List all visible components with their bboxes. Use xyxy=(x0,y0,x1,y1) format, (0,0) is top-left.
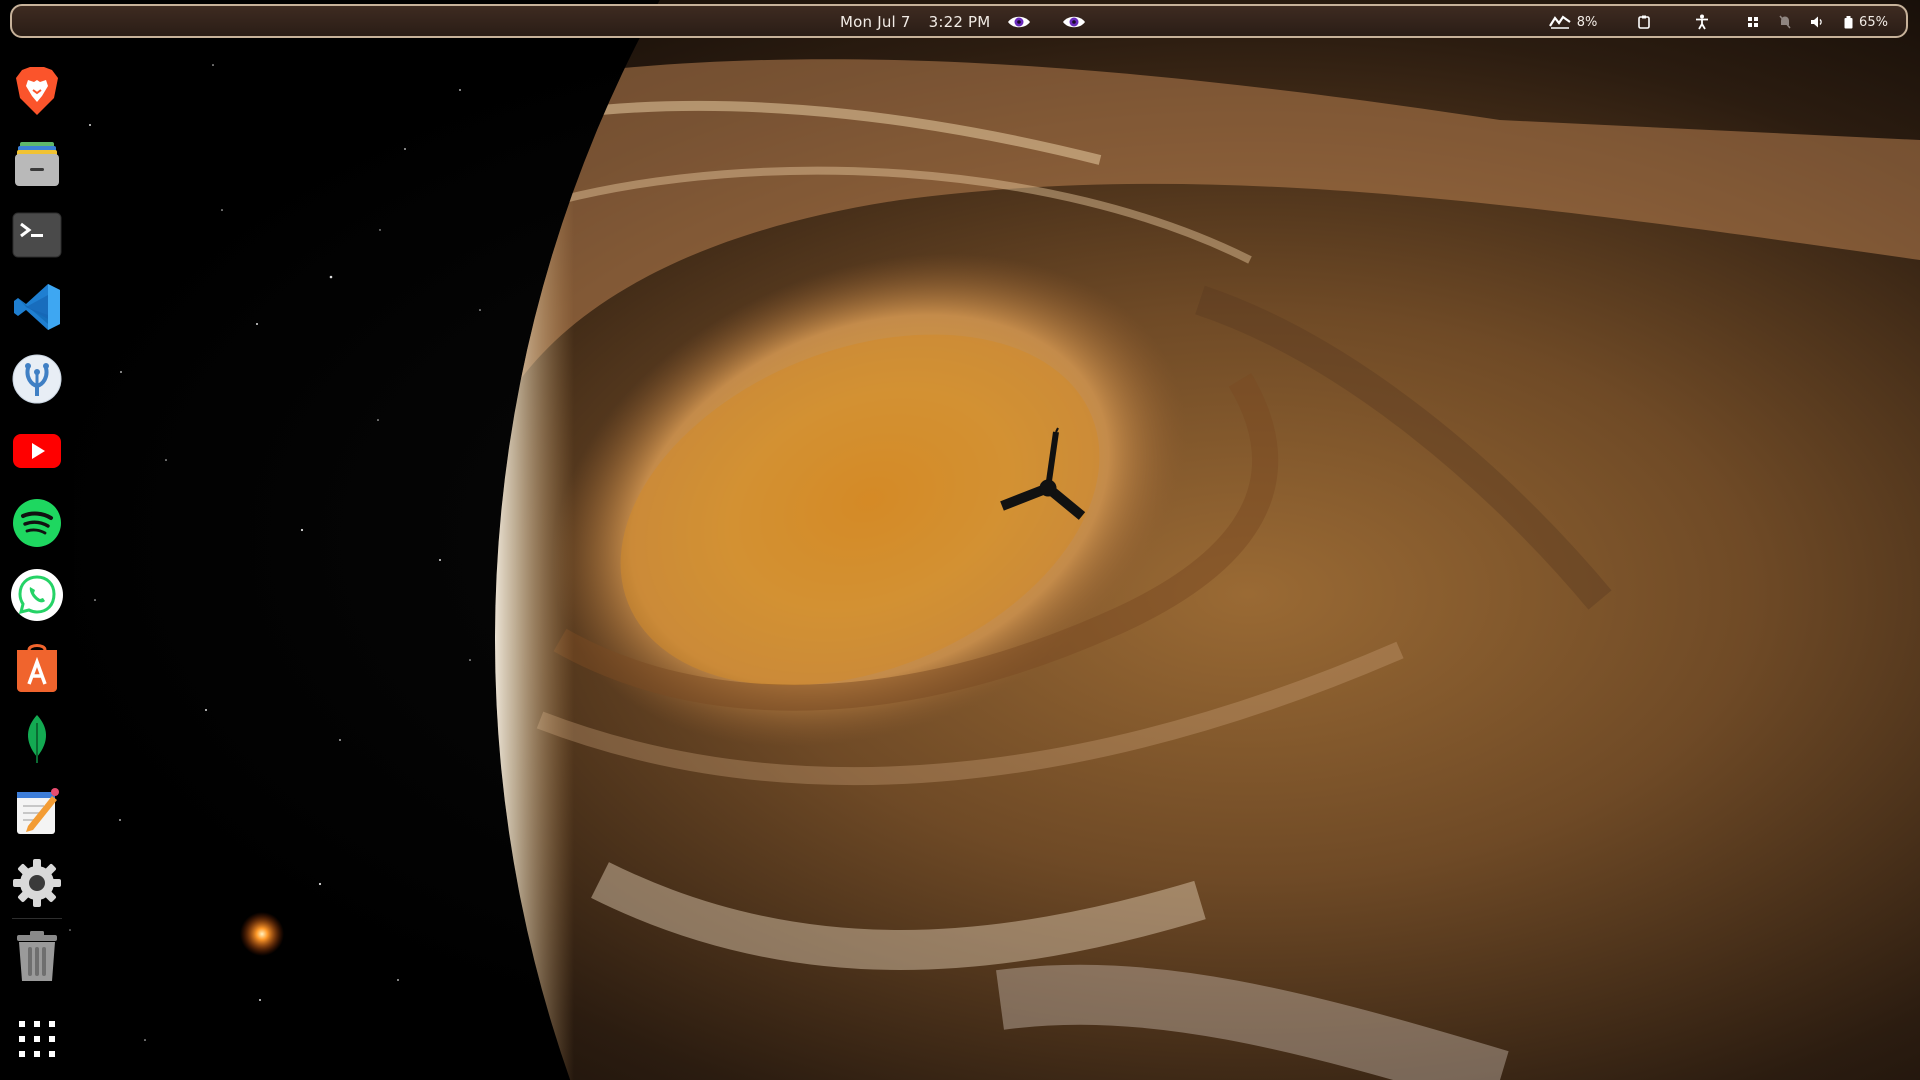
show-applications-button[interactable] xyxy=(10,1012,64,1066)
dock-app-files[interactable] xyxy=(10,136,64,190)
dock-app-visual-studio-code[interactable] xyxy=(10,280,64,334)
dock-app-terminal[interactable] xyxy=(10,208,64,262)
whatsapp-icon xyxy=(11,569,63,621)
accessibility-icon xyxy=(1696,14,1708,30)
dock-app-spotify[interactable] xyxy=(10,496,64,550)
battery-percent: 65% xyxy=(1859,14,1888,30)
desktop-wallpaper: Mon Jul 7 3:22 PM 8% 65% xyxy=(0,0,1920,1080)
app-grid-small-icon xyxy=(1748,17,1758,27)
top-panel: Mon Jul 7 3:22 PM 8% 65% xyxy=(10,4,1908,38)
grid-icon xyxy=(19,1021,55,1057)
terminal-icon xyxy=(12,212,62,258)
file-cabinet-icon xyxy=(15,142,59,186)
dock-trash[interactable] xyxy=(10,930,64,984)
dock-app-app-store[interactable] xyxy=(10,640,64,694)
trash-icon xyxy=(17,931,57,981)
eye-icon[interactable] xyxy=(1007,15,1031,29)
gear-icon xyxy=(13,859,61,907)
cpu-monitor[interactable]: 8% xyxy=(1542,12,1604,32)
time-label: 3:22 PM xyxy=(928,13,991,31)
vscode-icon xyxy=(14,284,60,330)
system-tray: 8% 65% xyxy=(1542,12,1894,32)
text-editor-icon xyxy=(17,788,59,834)
dock-app-youtube[interactable] xyxy=(10,424,64,478)
dock-app-whatsapp[interactable] xyxy=(10,568,64,622)
notifications-button[interactable] xyxy=(1774,12,1796,32)
volume-icon xyxy=(1811,16,1822,28)
battery-indicator[interactable]: 65% xyxy=(1838,12,1894,32)
dock-app-text-editor[interactable] xyxy=(10,784,64,838)
accessibility-button[interactable] xyxy=(1684,12,1720,32)
mongodb-leaf-icon xyxy=(27,715,47,763)
eye-icon[interactable] xyxy=(1062,15,1086,29)
cpu-monitor-icon xyxy=(1548,15,1571,29)
dock xyxy=(0,44,74,1080)
brave-lion-icon xyxy=(16,67,58,115)
spotify-icon xyxy=(13,499,61,547)
battery-icon xyxy=(1844,15,1853,28)
kde-icon xyxy=(12,354,62,404)
app-store-icon xyxy=(17,644,57,692)
date-time-button[interactable]: Mon Jul 7 3:22 PM xyxy=(840,13,990,31)
notifications-off-icon xyxy=(1779,15,1791,29)
quick-settings-grid[interactable] xyxy=(1742,12,1764,32)
volume-button[interactable] xyxy=(1806,12,1828,32)
date-label: Mon Jul 7 xyxy=(840,13,911,31)
clipboard-icon xyxy=(1638,15,1650,29)
dock-separator xyxy=(12,918,62,919)
dock-app-brave-browser[interactable] xyxy=(10,64,64,118)
dock-app-mongodb-compass[interactable] xyxy=(10,712,64,766)
clipboard-button[interactable] xyxy=(1626,12,1662,32)
cpu-percent: 8% xyxy=(1576,14,1598,30)
dock-app-kde-connect[interactable] xyxy=(10,352,64,406)
youtube-icon xyxy=(13,434,61,468)
dock-app-settings[interactable] xyxy=(10,856,64,910)
jupiter-wallpaper xyxy=(495,0,1920,1080)
